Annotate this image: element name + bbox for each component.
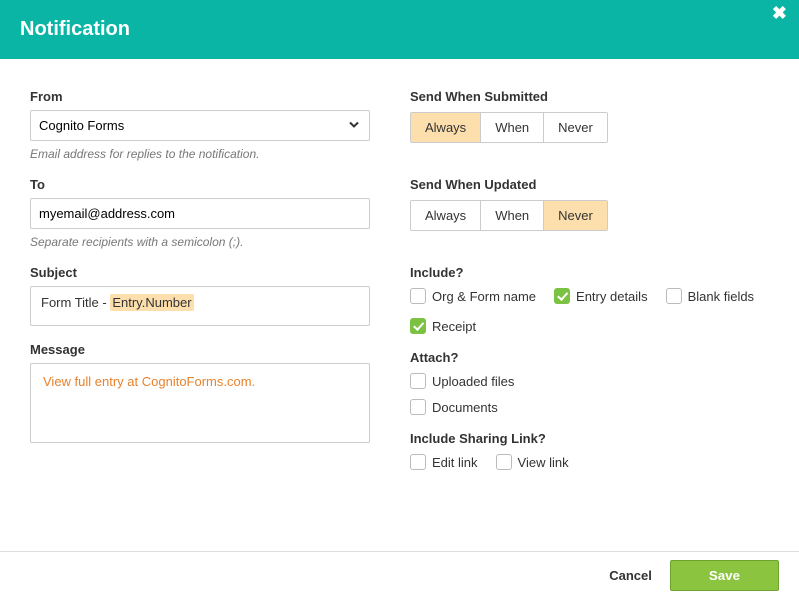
checkbox-icon[interactable] <box>410 373 426 389</box>
include-label: Receipt <box>432 319 476 334</box>
include-item[interactable]: Org & Form name <box>410 288 536 304</box>
sharing-label: Include Sharing Link? <box>410 431 769 446</box>
subject-token: Entry.Number <box>110 294 193 311</box>
send-updated-option-never[interactable]: Never <box>544 201 607 230</box>
modal-title: Notification <box>20 18 779 41</box>
include-label: Blank fields <box>688 289 754 304</box>
send-updated-section: Send When Updated AlwaysWhenNever <box>410 177 769 249</box>
include-item[interactable]: Entry details <box>554 288 648 304</box>
send-submitted-group: AlwaysWhenNever <box>410 112 608 143</box>
message-group: Message View full entry at CognitoForms.… <box>30 342 370 443</box>
checkbox-icon[interactable] <box>410 318 426 334</box>
to-label: To <box>30 177 370 192</box>
attach-item[interactable]: Documents <box>410 399 769 415</box>
attach-row: Uploaded files Documents <box>410 373 769 415</box>
checkbox-icon[interactable] <box>666 288 682 304</box>
to-helper: Separate recipients with a semicolon (;)… <box>30 235 370 249</box>
send-submitted-section: Send When Submitted AlwaysWhenNever <box>410 89 769 161</box>
sharing-label: View link <box>518 455 569 470</box>
checkbox-icon[interactable] <box>410 288 426 304</box>
close-icon[interactable]: ✖ <box>772 3 787 24</box>
left-column: From Cognito Forms Email address for rep… <box>30 89 370 486</box>
from-select-wrap: Cognito Forms <box>30 110 370 141</box>
send-submitted-option-when[interactable]: When <box>481 113 544 142</box>
from-select[interactable]: Cognito Forms <box>30 110 370 141</box>
include-item[interactable]: Receipt <box>410 318 476 334</box>
send-updated-option-when[interactable]: When <box>481 201 544 230</box>
checkbox-icon[interactable] <box>410 454 426 470</box>
sharing-item[interactable]: View link <box>496 454 569 470</box>
modal-body: From Cognito Forms Email address for rep… <box>0 59 799 506</box>
send-submitted-label: Send When Submitted <box>410 89 769 104</box>
attach-label: Uploaded files <box>432 374 514 389</box>
include-row: Org & Form name Entry details Blank fields… <box>410 288 769 334</box>
sharing-label: Edit link <box>432 455 478 470</box>
to-input[interactable] <box>30 198 370 229</box>
sharing-row: Edit link View link <box>410 454 769 470</box>
attach-label: Attach? <box>410 350 769 365</box>
modal-footer: Cancel Save <box>0 551 799 599</box>
subject-prefix: Form Title - <box>41 295 110 310</box>
subject-input[interactable]: Form Title - Entry.Number <box>30 286 370 326</box>
cancel-button[interactable]: Cancel <box>609 568 652 583</box>
right-column: Send When Submitted AlwaysWhenNever Send… <box>410 89 769 486</box>
from-label: From <box>30 89 370 104</box>
send-submitted-option-always[interactable]: Always <box>411 113 481 142</box>
save-button[interactable]: Save <box>670 560 779 591</box>
send-updated-group: AlwaysWhenNever <box>410 200 608 231</box>
include-label: Entry details <box>576 289 648 304</box>
message-label: Message <box>30 342 370 357</box>
to-group: To Separate recipients with a semicolon … <box>30 177 370 249</box>
checkbox-icon[interactable] <box>496 454 512 470</box>
attach-section: Attach? Uploaded files Documents <box>410 350 769 415</box>
include-label: Include? <box>410 265 769 280</box>
include-item[interactable]: Blank fields <box>666 288 754 304</box>
subject-group: Subject Form Title - Entry.Number <box>30 265 370 326</box>
sharing-item[interactable]: Edit link <box>410 454 478 470</box>
sharing-section: Include Sharing Link? Edit link View link <box>410 431 769 470</box>
checkbox-icon[interactable] <box>554 288 570 304</box>
subject-label: Subject <box>30 265 370 280</box>
send-updated-option-always[interactable]: Always <box>411 201 481 230</box>
include-label: Org & Form name <box>432 289 536 304</box>
from-helper: Email address for replies to the notific… <box>30 147 370 161</box>
attach-label: Documents <box>432 400 498 415</box>
modal-header: Notification ✖ <box>0 0 799 59</box>
from-group: From Cognito Forms Email address for rep… <box>30 89 370 161</box>
attach-item[interactable]: Uploaded files <box>410 373 769 389</box>
include-section: Include? Org & Form name Entry details Bla… <box>410 265 769 334</box>
send-submitted-option-never[interactable]: Never <box>544 113 607 142</box>
message-input[interactable]: View full entry at CognitoForms.com. <box>30 363 370 443</box>
send-updated-label: Send When Updated <box>410 177 769 192</box>
checkbox-icon[interactable] <box>410 399 426 415</box>
message-link[interactable]: View full entry at CognitoForms.com. <box>43 374 255 389</box>
